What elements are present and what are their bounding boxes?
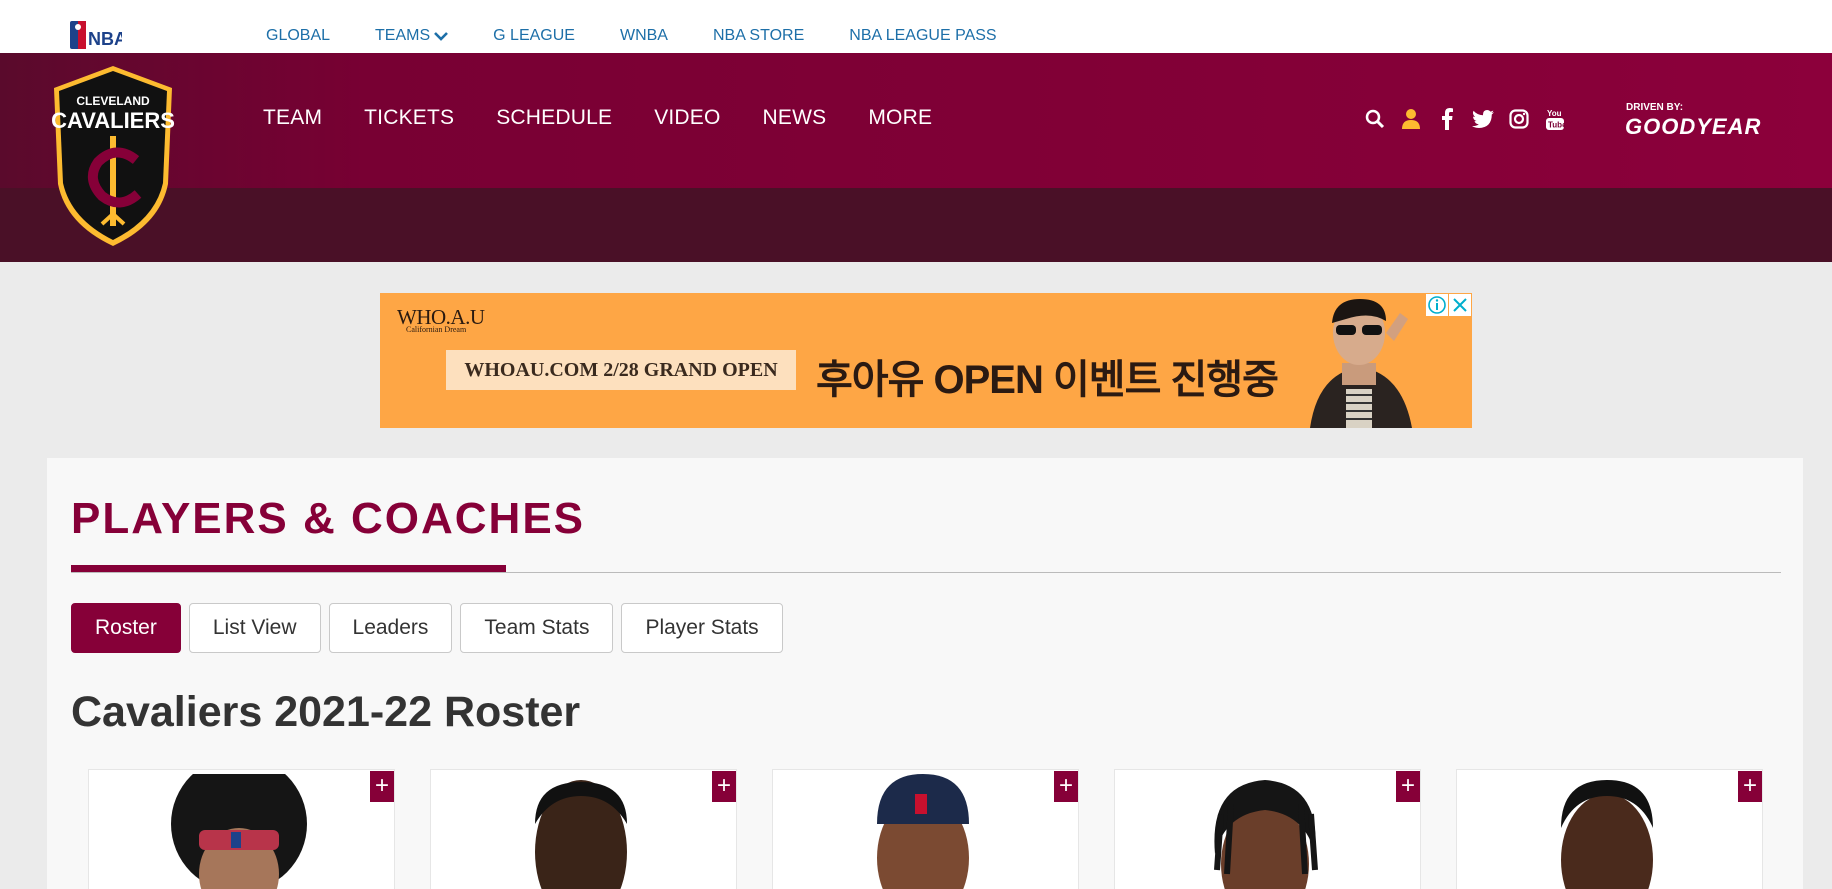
- twitter-icon[interactable]: [1472, 108, 1494, 130]
- expand-button[interactable]: +: [712, 771, 736, 802]
- close-icon[interactable]: [1449, 294, 1471, 316]
- player-headshot: [535, 780, 627, 889]
- user-icon[interactable]: [1400, 108, 1422, 130]
- svg-text:GOODYEAR: GOODYEAR: [1625, 114, 1761, 139]
- ad-banner[interactable]: WHO.A.U Californian Dream WHOAU.COM 2/28…: [380, 293, 1472, 428]
- league-links: GLOBAL TEAMS G LEAGUE WNBA NBA STORE NBA…: [266, 27, 1042, 45]
- main-nav: TEAM TICKETS SCHEDULE VIDEO NEWS MORE: [263, 106, 974, 130]
- ad-headline: 후아유 OPEN 이벤트 진행중: [816, 358, 1279, 402]
- league-link-wnba[interactable]: WNBA: [620, 27, 668, 45]
- goodyear-sponsor-logo[interactable]: DRIVEN BY: GOODYEAR: [1624, 100, 1786, 140]
- nav-tickets[interactable]: TICKETS: [364, 106, 454, 130]
- league-link-g-league[interactable]: G LEAGUE: [493, 27, 575, 45]
- roster-title: Cavaliers 2021-22 Roster: [71, 688, 581, 736]
- tab-roster[interactable]: Roster: [71, 603, 181, 653]
- svg-text:DRIVEN BY:: DRIVEN BY:: [1626, 102, 1683, 113]
- svg-text:CAVALIERS: CAVALIERS: [51, 108, 175, 133]
- ad-brand-sub: Californian Dream: [406, 325, 467, 334]
- tab-player-stats[interactable]: Player Stats: [621, 603, 783, 653]
- cavaliers-logo[interactable]: CLEVELAND CAVALIERS: [50, 64, 176, 248]
- svg-text:CLEVELAND: CLEVELAND: [76, 94, 150, 108]
- player-card[interactable]: +: [1456, 769, 1763, 889]
- svg-text:NBA: NBA: [88, 29, 122, 49]
- league-link-league-pass[interactable]: NBA LEAGUE PASS: [849, 27, 996, 45]
- team-subheader: [0, 188, 1832, 262]
- expand-button[interactable]: +: [370, 771, 394, 802]
- player-headshot: [1214, 780, 1318, 889]
- league-bar: NBA GLOBAL TEAMS G LEAGUE WNBA NBA STORE…: [0, 0, 1832, 53]
- svg-text:Tube: Tube: [1548, 121, 1565, 130]
- tab-list-view[interactable]: List View: [188, 603, 321, 653]
- league-link-teams[interactable]: TEAMS: [375, 27, 449, 45]
- facebook-icon[interactable]: [1436, 108, 1458, 130]
- player-headshot: [1561, 780, 1653, 889]
- page-title: PLAYERS & COACHES: [71, 494, 586, 543]
- svg-text:You: You: [1547, 109, 1562, 118]
- ad-info-icon[interactable]: [1426, 294, 1448, 316]
- player-headshot: [171, 774, 307, 889]
- tab-leaders[interactable]: Leaders: [328, 603, 453, 653]
- ad-grand-open-box: WHOAU.COM 2/28 GRAND OPEN: [446, 350, 796, 390]
- player-card[interactable]: +: [430, 769, 737, 889]
- nav-video[interactable]: VIDEO: [654, 106, 720, 130]
- title-divider: [71, 572, 1781, 573]
- header-icons: You Tube: [1364, 108, 1580, 130]
- title-underline: [71, 565, 506, 572]
- nav-more[interactable]: MORE: [868, 106, 932, 130]
- league-link-global[interactable]: GLOBAL: [266, 27, 330, 45]
- expand-button[interactable]: +: [1054, 771, 1078, 802]
- expand-button[interactable]: +: [1396, 771, 1420, 802]
- chevron-down-icon: [434, 32, 449, 41]
- player-card[interactable]: +: [772, 769, 1079, 889]
- tab-team-stats[interactable]: Team Stats: [460, 603, 614, 653]
- ad-model-image: [1310, 299, 1412, 428]
- nba-logo-icon[interactable]: NBA: [70, 19, 122, 53]
- league-link-nba-store[interactable]: NBA STORE: [713, 27, 804, 45]
- youtube-icon[interactable]: You Tube: [1544, 108, 1566, 130]
- roster-tabs: Roster List View Leaders Team Stats Play…: [71, 603, 791, 653]
- nav-schedule[interactable]: SCHEDULE: [496, 106, 612, 130]
- player-headshot: [877, 774, 969, 889]
- league-link-teams-label: TEAMS: [375, 27, 431, 44]
- nav-news[interactable]: NEWS: [763, 106, 827, 130]
- roster-cards: + + + + +: [88, 769, 1798, 889]
- search-icon[interactable]: [1364, 108, 1386, 130]
- player-card[interactable]: +: [88, 769, 395, 889]
- nav-team[interactable]: TEAM: [263, 106, 322, 130]
- instagram-icon[interactable]: [1508, 108, 1530, 130]
- expand-button[interactable]: +: [1738, 771, 1762, 802]
- player-card[interactable]: +: [1114, 769, 1421, 889]
